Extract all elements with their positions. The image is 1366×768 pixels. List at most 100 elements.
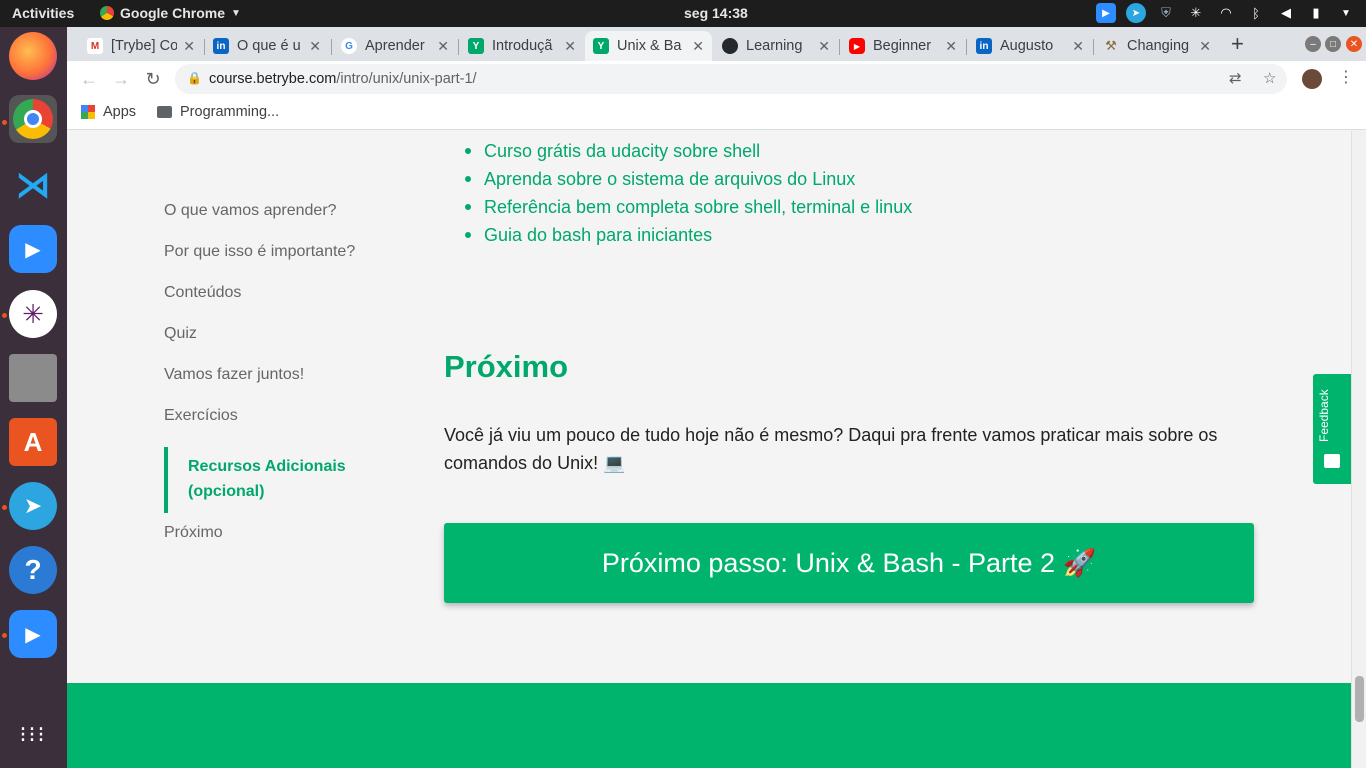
gmail-icon: M: [87, 38, 103, 54]
slack-tray-icon[interactable]: ✳: [1186, 3, 1206, 23]
close-icon[interactable]: ✕: [1072, 38, 1084, 55]
profile-avatar[interactable]: [1302, 69, 1322, 89]
minimize-button[interactable]: –: [1305, 36, 1321, 52]
help-icon[interactable]: ?: [9, 546, 57, 594]
linkedin-icon: in: [976, 38, 992, 54]
show-applications-icon[interactable]: ⁝⁝⁝: [9, 711, 57, 759]
close-window-button[interactable]: ✕: [1346, 36, 1362, 52]
close-icon[interactable]: ✕: [183, 38, 195, 55]
tab-linkedin[interactable]: in O que é u ✕: [205, 31, 329, 61]
nav-item-o-que-vamos-aprender[interactable]: O que vamos aprender?: [164, 201, 374, 242]
activities-button[interactable]: Activities: [12, 5, 74, 21]
translate-icon[interactable]: ⇄: [1229, 69, 1242, 87]
nav-item-conteudos[interactable]: Conteúdos: [164, 283, 374, 324]
google-icon: G: [341, 38, 357, 54]
close-icon[interactable]: ✕: [945, 38, 957, 55]
url-path: /intro/unix/unix-part-1/: [336, 71, 477, 87]
resource-link[interactable]: Referência bem completa sobre shell, ter…: [465, 193, 912, 221]
wifi-icon[interactable]: ◠: [1216, 3, 1236, 23]
app-menu[interactable]: Google Chrome ▼: [100, 5, 241, 21]
file-cabinet-icon[interactable]: [9, 354, 57, 402]
bookmark-folder-programming[interactable]: Programming...: [157, 104, 279, 120]
tab-gmail[interactable]: M [Trybe] Co ✕: [79, 31, 203, 61]
section-title: Próximo: [444, 349, 569, 384]
new-tab-button[interactable]: +: [1231, 31, 1244, 57]
nav-item-quiz[interactable]: Quiz: [164, 324, 374, 365]
chrome-icon[interactable]: [9, 95, 57, 143]
close-icon[interactable]: ✕: [1199, 38, 1211, 55]
dock: ⋊ ▶ ✳ A ➤ ? ▶ ⁝⁝⁝: [0, 27, 67, 768]
next-step-button[interactable]: Próximo passo: Unix & Bash - Parte 2 🚀: [444, 523, 1254, 603]
resources-list: Curso grátis da udacity sobre shell Apre…: [465, 137, 912, 249]
menu-icon[interactable]: ⋮: [1338, 67, 1354, 87]
github-icon: [722, 38, 738, 54]
software-center-icon[interactable]: A: [9, 418, 57, 466]
address-bar[interactable]: 🔒 course.betrybe.com/intro/unix/unix-par…: [175, 64, 1287, 94]
nav-item-exercicios[interactable]: Exercícios: [164, 406, 374, 447]
vscode-icon[interactable]: ⋊: [9, 161, 57, 209]
scrollbar-thumb[interactable]: [1355, 676, 1364, 722]
tab-trybe-unix[interactable]: Y Unix & Ba ✕: [585, 31, 712, 61]
section-nav: O que vamos aprender? Por que isso é imp…: [164, 201, 374, 564]
zoom-icon[interactable]: ▶: [9, 225, 57, 273]
app-menu-label: Google Chrome: [120, 5, 226, 21]
nav-item-proximo[interactable]: Próximo: [164, 523, 374, 564]
trybe-icon: Y: [468, 38, 484, 54]
resource-link[interactable]: Guia do bash para iniciantes: [465, 221, 912, 249]
scrollbar[interactable]: [1351, 131, 1366, 768]
telegram-icon[interactable]: ➤: [9, 482, 57, 530]
resource-link[interactable]: Aprenda sobre o sistema de arquivos do L…: [465, 165, 912, 193]
nav-item-recursos-adicionais[interactable]: Recursos Adicionais (opcional): [164, 447, 374, 513]
feedback-button[interactable]: Feedback: [1313, 374, 1351, 484]
linkedin-icon: in: [213, 38, 229, 54]
maximize-button[interactable]: □: [1325, 36, 1341, 52]
shield-icon[interactable]: ⛨: [1156, 3, 1176, 23]
feedback-label: Feedback: [1317, 389, 1331, 442]
bluetooth-icon[interactable]: ᛒ: [1246, 3, 1266, 23]
reload-button[interactable]: ↻: [142, 68, 164, 90]
url-host: course.betrybe.com: [209, 71, 337, 87]
close-icon[interactable]: ✕: [692, 38, 704, 55]
running-indicator: [2, 505, 7, 510]
nav-item-por-que-importante[interactable]: Por que isso é importante?: [164, 242, 374, 283]
tab-trybe-intro[interactable]: Y Introduçã ✕: [460, 31, 584, 61]
tab-separator: [966, 39, 967, 55]
close-icon[interactable]: ✕: [818, 38, 830, 55]
zoom-tray-icon[interactable]: ▶: [1096, 3, 1116, 23]
bookmarks-bar: Apps Programming...: [67, 97, 1366, 130]
chrome-icon: [100, 6, 114, 20]
tab-youtube[interactable]: ▶ Beginner ✕: [841, 31, 965, 61]
browser-toolbar: ← → ↻ 🔒 course.betrybe.com/intro/unix/un…: [67, 61, 1366, 97]
tab-separator: [839, 39, 840, 55]
battery-icon[interactable]: ▮: [1306, 3, 1326, 23]
running-indicator: [2, 633, 7, 638]
slack-icon[interactable]: ✳: [9, 290, 57, 338]
volume-icon[interactable]: ◀: [1276, 3, 1296, 23]
clock[interactable]: seg 14:38: [684, 5, 748, 21]
tab-separator: [331, 39, 332, 55]
back-button[interactable]: ←: [78, 68, 100, 90]
close-icon[interactable]: ✕: [309, 38, 321, 55]
tab-changing[interactable]: ⚒ Changing ✕: [1095, 31, 1219, 61]
telegram-tray-icon[interactable]: ➤: [1126, 3, 1146, 23]
forward-button[interactable]: →: [110, 68, 132, 90]
close-icon[interactable]: ✕: [437, 38, 449, 55]
nav-item-vamos-fazer-juntos[interactable]: Vamos fazer juntos!: [164, 365, 374, 406]
system-top-bar: Activities Google Chrome ▼ seg 14:38 ▶ ➤…: [0, 0, 1366, 27]
trybe-icon: Y: [593, 38, 609, 54]
tab-google[interactable]: G Aprender ✕: [333, 31, 457, 61]
system-tray: ▶ ➤ ⛨ ✳ ◠ ᛒ ◀ ▮ ▼: [1096, 3, 1356, 23]
tab-linkedin-augusto[interactable]: in Augusto ✕: [968, 31, 1092, 61]
youtube-icon: ▶: [849, 38, 865, 54]
resource-link[interactable]: Curso grátis da udacity sobre shell: [465, 137, 912, 165]
zoom-icon[interactable]: ▶: [9, 610, 57, 658]
bookmark-apps[interactable]: Apps: [81, 104, 136, 120]
close-icon[interactable]: ✕: [564, 38, 576, 55]
lock-icon[interactable]: 🔒: [187, 71, 202, 85]
power-menu-icon[interactable]: ▼: [1336, 3, 1356, 23]
tab-github[interactable]: Learning ✕: [714, 31, 838, 61]
page-footer: [67, 683, 1351, 768]
bookmark-star-icon[interactable]: ☆: [1263, 69, 1276, 87]
tab-separator: [1093, 39, 1094, 55]
firefox-icon[interactable]: [9, 32, 57, 80]
